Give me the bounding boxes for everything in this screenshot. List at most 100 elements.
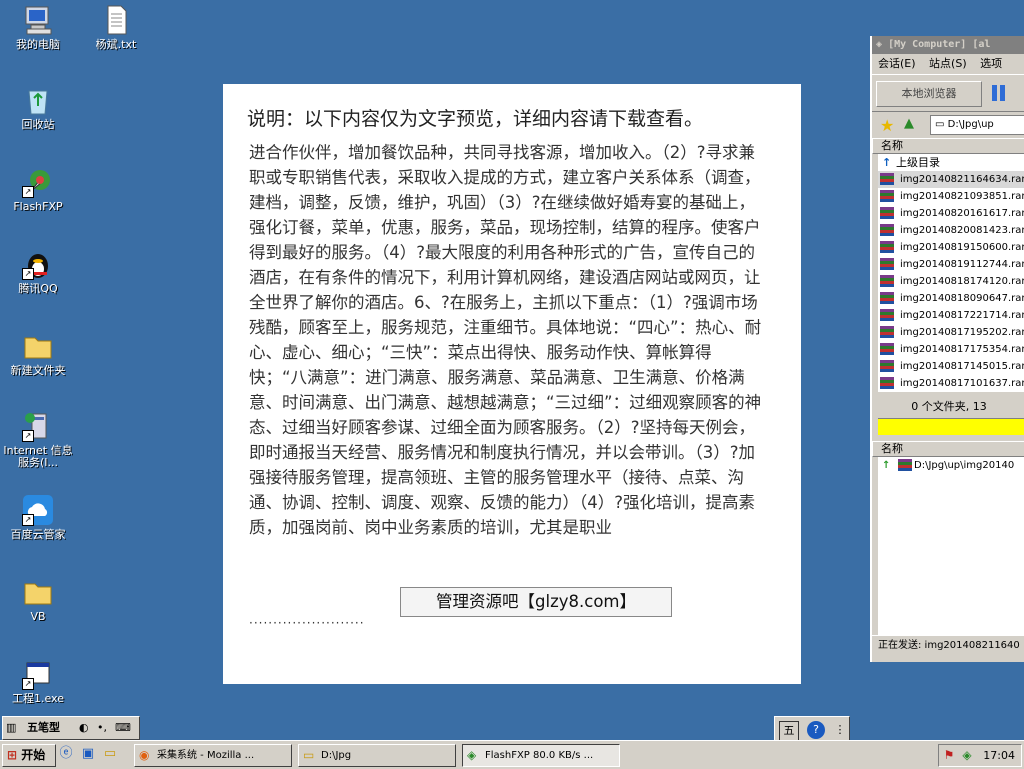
rar-archive-icon	[880, 207, 894, 219]
column-header-name[interactable]: 名称	[872, 138, 1024, 154]
desktop-icon-label: 腾讯QQ	[18, 282, 58, 295]
favorites-star-icon[interactable]: ★	[880, 116, 894, 135]
list-item[interactable]: img20140818174120.rar	[878, 273, 1024, 290]
list-item[interactable]: img20140819112744.rar	[878, 256, 1024, 273]
desktop-icon-label: 工程1.exe	[11, 692, 64, 705]
clock[interactable]: 17:04	[983, 747, 1015, 764]
window-title-bar[interactable]: ◈ [My Computer] [al	[872, 36, 1024, 54]
list-item[interactable]: img20140820081423.rar	[878, 222, 1024, 239]
queue-item[interactable]: ↑ D:\Jpg\up\img20140	[878, 457, 1024, 474]
shortcut-arrow-icon: ↗	[22, 268, 34, 280]
punctuation-icon[interactable]: •,	[97, 719, 111, 736]
up-arrow-icon: ↑	[882, 156, 892, 169]
list-item[interactable]: img20140817101637.rar	[878, 375, 1024, 392]
file-name: img20140819150600.rar	[900, 242, 1024, 253]
list-item[interactable]: img20140818090647.rar	[878, 290, 1024, 307]
file-name: img20140817101637.rar	[900, 378, 1024, 389]
start-button[interactable]: ⊞ 开始	[2, 744, 56, 767]
folder-up-icon[interactable]: ▲	[904, 116, 914, 131]
rar-archive-icon	[880, 190, 894, 202]
list-item[interactable]: img20140821093851.rar	[878, 188, 1024, 205]
list-item[interactable]: img20140817221714.rar	[878, 307, 1024, 324]
desktop-icon-my-computer[interactable]: 我的电脑	[0, 4, 76, 51]
transfer-progress-bar	[878, 418, 1024, 435]
rar-archive-icon	[880, 292, 894, 304]
input-method-icon[interactable]: 五	[779, 721, 799, 741]
desktop-icon-qq[interactable]: ↗ 腾讯QQ	[0, 248, 76, 295]
menu-sites[interactable]: 站点(S)	[929, 57, 967, 70]
shortcut-arrow-icon: ↗	[22, 430, 34, 442]
watermark-banner[interactable]: 管理资源吧【glzy8.com】	[400, 587, 672, 617]
language-bar-options-icon[interactable]: ⋮	[831, 721, 849, 739]
half-width-moon-icon[interactable]: ◐	[79, 719, 93, 736]
document-body: 进合作伙伴，增加餐饮品种，共同寻找客源，增加收入。（2）?寻求兼职或专职销售代表…	[249, 140, 767, 540]
text-file-icon	[100, 4, 132, 36]
shortcut-arrow-icon: ↗	[22, 514, 34, 526]
list-item[interactable]: img20140820161617.rar	[878, 205, 1024, 222]
local-browser-button[interactable]: 本地浏览器	[876, 81, 982, 107]
transfer-queue: ↑ D:\Jpg\up\img20140	[878, 457, 1024, 635]
file-name: img20140819112744.rar	[900, 259, 1024, 270]
rar-archive-icon	[880, 258, 894, 270]
flashfxp-icon: ◈	[876, 39, 883, 50]
list-item-label: 上级目录	[896, 156, 940, 169]
taskbar-button-flashfxp[interactable]: ◈ FlashFXP 80.0 KB/s ...	[462, 744, 620, 767]
taskbar-button-explorer[interactable]: ▭ D:\Jpg	[298, 744, 456, 767]
network-icon[interactable]: ⚑	[941, 747, 957, 763]
document-preview: 说明：以下内容仅为文字预览，详细内容请下载查看。 进合作伙伴，增加餐饮品种，共同…	[223, 84, 801, 684]
help-icon[interactable]: ?	[807, 721, 825, 739]
list-item[interactable]: img20140819150600.rar	[878, 239, 1024, 256]
menu-bar: 会话(E) 站点(S) 选项	[872, 54, 1024, 74]
rar-archive-icon	[880, 224, 894, 236]
flashfxp-icon: ◈	[467, 748, 477, 762]
desktop-icon-exe[interactable]: ↗ 工程1.exe	[0, 658, 76, 705]
file-name: img20140817195202.rar	[900, 327, 1024, 338]
taskbar-button-firefox[interactable]: ◉ 采集系统 - Mozilla ...	[134, 744, 292, 767]
rar-archive-icon	[880, 275, 894, 287]
rar-archive-icon	[898, 459, 912, 471]
desktop-icon-label: 百度云管家	[10, 528, 66, 541]
list-item[interactable]: img20140817175354.rar	[878, 341, 1024, 358]
desktop-icon-label: Internet 信息服务(I...	[3, 444, 73, 469]
desktop-icon-label: 回收站	[21, 118, 55, 131]
menu-options[interactable]: 选项	[980, 57, 1002, 70]
ime-logo-icon[interactable]: ▥	[6, 719, 24, 736]
queue-column-header-name[interactable]: 名称	[872, 441, 1024, 457]
list-item-parent-dir[interactable]: ↑ 上级目录	[878, 154, 1024, 171]
ie-icon[interactable]: ⓔ	[58, 746, 74, 762]
list-item[interactable]: img20140817195202.rar	[878, 324, 1024, 341]
desktop-icon-label: FlashFXP	[13, 200, 63, 213]
rar-archive-icon	[880, 309, 894, 321]
show-desktop-icon[interactable]: ▣	[80, 746, 96, 762]
flashfxp-window: ◈ [My Computer] [al 会话(E) 站点(S) 选项 本地浏览器…	[870, 36, 1024, 662]
desktop-icon-label: 新建文件夹	[10, 364, 66, 377]
flashfxp-tray-icon[interactable]: ◈	[959, 747, 975, 763]
rar-archive-icon	[880, 326, 894, 338]
folder-icon	[22, 576, 54, 608]
file-name: img20140817221714.rar	[900, 310, 1024, 321]
file-name: img20140817145015.rar	[900, 361, 1024, 372]
recycle-bin-icon	[22, 84, 54, 116]
folder-icon[interactable]: ▭	[102, 746, 118, 762]
pause-icon[interactable]	[992, 85, 1008, 101]
desktop-icon-iis[interactable]: ↗ Internet 信息服务(I...	[0, 410, 76, 469]
list-item[interactable]: img20140821164634.rar	[878, 171, 1024, 188]
list-item[interactable]: img20140817145015.rar	[878, 358, 1024, 375]
menu-session[interactable]: 会话(E)	[878, 57, 916, 70]
desktop-icon-recycle-bin[interactable]: 回收站	[0, 84, 76, 131]
rar-archive-icon	[880, 241, 894, 253]
path-bar: ★ ▲ ▭ D:\Jpg\up	[872, 112, 1024, 138]
soft-keyboard-icon[interactable]: ⌨	[115, 719, 135, 736]
file-name: img20140818090647.rar	[900, 293, 1024, 304]
desktop-icon-text-file[interactable]: 杨斌.txt	[78, 4, 154, 51]
desktop-icon-baidu-cloud[interactable]: ↗ 百度云管家	[0, 494, 76, 541]
system-tray: ⚑ ◈ 17:04	[938, 744, 1022, 767]
desktop-icon-vb[interactable]: VB	[0, 576, 76, 623]
ime-mode[interactable]: 五笔型	[27, 719, 75, 736]
desktop-icon-new-folder[interactable]: 新建文件夹	[0, 330, 76, 377]
desktop-icon-flashfxp[interactable]: ↗ FlashFXP	[0, 166, 76, 213]
taskbar-button-label: 采集系统 - Mozilla ...	[157, 750, 255, 761]
path-input[interactable]: ▭ D:\Jpg\up	[930, 115, 1024, 135]
file-name: img20140817175354.rar	[900, 344, 1024, 355]
upload-arrow-icon: ↑	[882, 460, 891, 471]
